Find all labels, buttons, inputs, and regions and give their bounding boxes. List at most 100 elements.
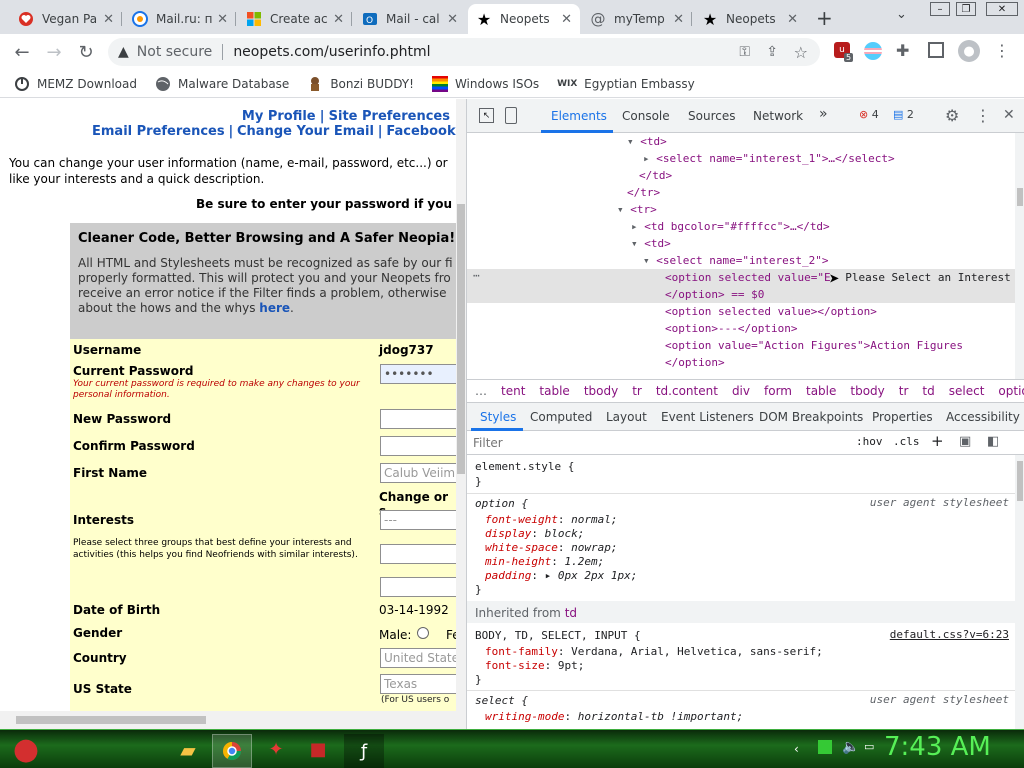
new-tab-plus-icon[interactable]: + bbox=[816, 6, 833, 30]
ellipsis-icon[interactable]: ⋯ bbox=[473, 269, 480, 282]
taskbar-clock[interactable]: 7:43 AM bbox=[884, 732, 991, 762]
device-toolbar-icon[interactable] bbox=[505, 107, 517, 124]
breadcrumb-item[interactable]: tent bbox=[501, 384, 525, 398]
style-source-link[interactable]: default.css?v=6:23 bbox=[890, 628, 1009, 641]
close-icon[interactable]: ✕ bbox=[561, 12, 572, 27]
tab-layout[interactable]: Layout bbox=[606, 410, 647, 424]
minimize-icon[interactable]: – bbox=[930, 2, 950, 16]
my-profile-link[interactable]: My Profile bbox=[242, 109, 316, 124]
notification-icon[interactable]: ▭ bbox=[864, 740, 874, 753]
network-icon[interactable] bbox=[818, 740, 832, 754]
close-window-icon[interactable]: ✕ bbox=[986, 2, 1018, 16]
settings-gear-icon[interactable]: ⚙ bbox=[945, 106, 959, 125]
close-icon[interactable]: ✕ bbox=[103, 12, 114, 27]
dom-node[interactable]: ▾ <td> bbox=[627, 133, 667, 150]
url-text[interactable]: neopets.com/userinfo.phtml bbox=[233, 44, 430, 60]
reload-icon[interactable]: ↻ bbox=[74, 40, 98, 64]
country-select[interactable]: United State bbox=[380, 648, 456, 668]
inherited-element-link[interactable]: td bbox=[565, 606, 577, 620]
side-panel-icon[interactable] bbox=[928, 42, 944, 58]
tab-properties[interactable]: Properties bbox=[872, 410, 933, 424]
style-prop[interactable]: padding: ▸ 0px 2px 1px; bbox=[485, 568, 637, 583]
tab-styles[interactable]: Styles bbox=[480, 410, 516, 424]
breadcrumb-item[interactable]: tr bbox=[632, 384, 642, 398]
style-prop[interactable]: font-weight: normal; bbox=[485, 512, 617, 527]
dom-node[interactable]: ▸ <td bgcolor="#ffffcc">…</td> bbox=[631, 218, 830, 235]
not-secure-label[interactable]: Not secure bbox=[137, 44, 213, 60]
tab-search-chevron-icon[interactable]: ⌄ bbox=[896, 7, 907, 22]
chrome-taskbar-icon[interactable] bbox=[212, 734, 252, 768]
file-explorer-icon[interactable]: ▰ bbox=[172, 734, 204, 765]
address-bar[interactable]: ▲ Not secure neopets.com/userinfo.phtml … bbox=[108, 38, 820, 66]
breadcrumb-item[interactable]: tr bbox=[899, 384, 909, 398]
style-rule-selector[interactable]: select { bbox=[475, 693, 528, 708]
breadcrumb-item[interactable]: select bbox=[949, 384, 985, 398]
forward-arrow-icon[interactable]: → bbox=[42, 40, 66, 64]
style-rule-selector[interactable]: option { bbox=[475, 496, 528, 511]
share-icon[interactable]: ⇪ bbox=[766, 44, 778, 60]
gender-male-radio[interactable] bbox=[417, 627, 429, 639]
close-icon[interactable]: ✕ bbox=[787, 12, 798, 27]
dom-node[interactable]: </td> bbox=[639, 167, 672, 184]
breadcrumb-item[interactable]: div bbox=[732, 384, 750, 398]
email-preferences-link[interactable]: Email Preferences bbox=[92, 124, 225, 139]
dom-node[interactable]: ▾ <select name="interest_2"> bbox=[643, 252, 828, 269]
profile-avatar-icon[interactable]: ● bbox=[958, 40, 980, 62]
restore-icon[interactable]: ❐ bbox=[956, 2, 976, 16]
style-prop[interactable]: min-height: 1.2em; bbox=[485, 554, 604, 569]
tab-event-listeners[interactable]: Event Listeners bbox=[661, 410, 754, 424]
warning-icon[interactable]: ▲ bbox=[118, 44, 129, 60]
tab-vegan[interactable]: Vegan Pa ✕ bbox=[10, 4, 122, 34]
volume-icon[interactable]: 🔈 bbox=[842, 739, 859, 755]
bookmark-star-icon[interactable]: ☆ bbox=[794, 43, 808, 62]
breadcrumb-item[interactable]: tbody bbox=[850, 384, 884, 398]
key-icon[interactable]: ⚿ bbox=[739, 44, 750, 60]
breadcrumb-item[interactable]: option bbox=[998, 384, 1024, 398]
confirm-password-input[interactable] bbox=[380, 436, 456, 456]
us-state-select[interactable]: Texas bbox=[380, 674, 456, 694]
dom-node[interactable]: ▾ <tr> bbox=[617, 201, 657, 218]
bookmark-memz[interactable]: MEMZ Download bbox=[14, 76, 137, 92]
menu-kebab-icon[interactable]: ⋮ bbox=[994, 41, 1010, 60]
style-prop[interactable]: font-family: Verdana, Arial, Helvetica, … bbox=[485, 644, 823, 659]
tab-elements[interactable]: Elements bbox=[551, 109, 607, 123]
interest-2-select[interactable] bbox=[380, 544, 456, 564]
breadcrumb-item[interactable]: td.content bbox=[656, 384, 718, 398]
dom-node[interactable]: ▾ <td> bbox=[631, 235, 671, 252]
current-password-input[interactable]: ••••••• bbox=[380, 364, 456, 384]
app-icon-red[interactable]: ■ bbox=[302, 734, 334, 765]
tab-computed[interactable]: Computed bbox=[530, 410, 592, 424]
back-arrow-icon[interactable]: ← bbox=[10, 40, 34, 64]
dom-node[interactable]: <option value="Action Figures">Action Fi… bbox=[665, 337, 963, 354]
dom-node[interactable]: <option>---</option> bbox=[665, 320, 797, 337]
bookmark-windows-isos[interactable]: Windows ISOs bbox=[431, 75, 539, 92]
paint-icon[interactable]: ▣ bbox=[959, 434, 971, 449]
bookmark-egyptian-embassy[interactable]: WIX Egyptian Embassy bbox=[557, 76, 695, 92]
interest-3-select[interactable] bbox=[380, 577, 456, 597]
style-prop[interactable]: font-size: 9pt; bbox=[485, 658, 584, 673]
breadcrumb-item[interactable]: table bbox=[539, 384, 569, 398]
breadcrumb-item[interactable]: td bbox=[922, 384, 934, 398]
tab-create-account[interactable]: Create ac ✕ bbox=[238, 4, 352, 34]
dom-node[interactable]: </option> bbox=[665, 354, 725, 371]
class-toggle[interactable]: .cls bbox=[893, 435, 920, 448]
styles-filter-input[interactable] bbox=[473, 434, 843, 452]
app-icon[interactable]: ✦ bbox=[260, 734, 292, 765]
bookmark-bonzi[interactable]: Bonzi BUDDY! bbox=[307, 76, 414, 92]
styles-scrollbar[interactable] bbox=[1015, 455, 1024, 729]
page-horizontal-scrollbar[interactable] bbox=[0, 711, 466, 729]
filter-here-link[interactable]: here bbox=[259, 301, 290, 315]
style-rule-selector[interactable]: element.style { bbox=[475, 459, 574, 474]
message-count-badge[interactable]: ▤ 2 bbox=[893, 108, 914, 121]
tab-accessibility[interactable]: Accessibility bbox=[946, 410, 1020, 424]
flash-player-icon[interactable]: ƒ bbox=[344, 734, 384, 768]
first-name-input[interactable]: Calub Veiim bbox=[380, 463, 456, 483]
tab-dom-breakpoints[interactable]: DOM Breakpoints bbox=[759, 410, 863, 424]
breadcrumb-item[interactable]: tbody bbox=[584, 384, 618, 398]
new-password-input[interactable] bbox=[380, 409, 456, 429]
dom-scrollbar[interactable] bbox=[1015, 133, 1024, 379]
tab-sources[interactable]: Sources bbox=[688, 109, 735, 123]
breadcrumb-item[interactable]: table bbox=[806, 384, 836, 398]
tab-mailru[interactable]: Mail.ru: п ✕ bbox=[124, 4, 236, 34]
breadcrumb-item[interactable]: … bbox=[475, 384, 487, 398]
